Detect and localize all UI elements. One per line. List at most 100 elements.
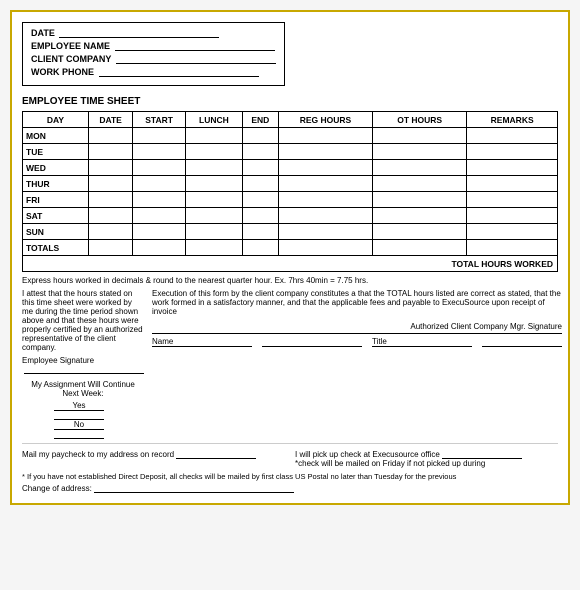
cell[interactable] xyxy=(89,176,133,192)
cell[interactable] xyxy=(242,192,278,208)
cell[interactable] xyxy=(467,240,558,256)
day-fri: FRI xyxy=(23,192,89,208)
table-row: SAT xyxy=(23,208,558,224)
cell[interactable] xyxy=(89,208,133,224)
header-info-box: DATE EMPLOYEE NAME CLIENT COMPANY WORK P… xyxy=(22,22,285,86)
assignment-label: My Assignment Will Continue Next Week: xyxy=(22,380,144,398)
cell[interactable] xyxy=(186,240,243,256)
cell[interactable] xyxy=(373,160,467,176)
date-field[interactable] xyxy=(59,37,219,38)
col-ot-hours: OT HOURS xyxy=(373,112,467,128)
cell[interactable] xyxy=(89,240,133,256)
footer-note: * If you have not established Direct Dep… xyxy=(22,472,558,481)
cell[interactable] xyxy=(133,160,186,176)
cell[interactable] xyxy=(373,176,467,192)
cell[interactable] xyxy=(278,192,372,208)
col-remarks: REMARKS xyxy=(467,112,558,128)
cell[interactable] xyxy=(373,192,467,208)
cell[interactable] xyxy=(89,144,133,160)
cell[interactable] xyxy=(89,160,133,176)
client-company-field[interactable] xyxy=(116,63,276,64)
authorized-sig-field[interactable] xyxy=(152,333,562,334)
cell[interactable] xyxy=(242,144,278,160)
cell[interactable] xyxy=(242,208,278,224)
cell[interactable] xyxy=(373,208,467,224)
authorized-sig-row: Authorized Client Company Mgr. Signature xyxy=(152,322,562,334)
sig-left: I attest that the hours stated on this t… xyxy=(22,289,144,439)
cell[interactable] xyxy=(89,192,133,208)
cell[interactable] xyxy=(89,128,133,144)
assignment-area: My Assignment Will Continue Next Week: Y… xyxy=(22,380,144,439)
change-address-row: Change of address: xyxy=(22,484,558,493)
col-lunch: LUNCH xyxy=(186,112,243,128)
no-field[interactable] xyxy=(54,438,104,439)
title-field[interactable] xyxy=(482,337,562,347)
cell[interactable] xyxy=(373,240,467,256)
cell[interactable] xyxy=(278,176,372,192)
cell[interactable] xyxy=(373,224,467,240)
signatures-area: I attest that the hours stated on this t… xyxy=(22,289,558,439)
cell[interactable] xyxy=(186,192,243,208)
cell[interactable] xyxy=(186,224,243,240)
cell[interactable] xyxy=(242,160,278,176)
cell[interactable] xyxy=(186,128,243,144)
change-address-field[interactable] xyxy=(94,492,294,493)
cell[interactable] xyxy=(133,128,186,144)
cell[interactable] xyxy=(278,224,372,240)
cell[interactable] xyxy=(467,192,558,208)
cell[interactable] xyxy=(133,176,186,192)
table-row: FRI xyxy=(23,192,558,208)
employee-sig-field[interactable] xyxy=(24,373,144,374)
bottom-area: Mail my paycheck to my address on record… xyxy=(22,450,558,468)
express-note: Express hours worked in decimals & round… xyxy=(22,276,558,285)
cell[interactable] xyxy=(186,144,243,160)
cell[interactable] xyxy=(278,128,372,144)
attestation-left-text: I attest that the hours stated on this t… xyxy=(22,289,144,352)
totals-row: TOTALS xyxy=(23,240,558,256)
cell[interactable] xyxy=(186,160,243,176)
cell[interactable] xyxy=(133,144,186,160)
table-row: SUN xyxy=(23,224,558,240)
name-field[interactable] xyxy=(262,337,362,347)
cell[interactable] xyxy=(278,208,372,224)
cell[interactable] xyxy=(186,208,243,224)
cell[interactable] xyxy=(242,240,278,256)
cell[interactable] xyxy=(242,224,278,240)
cell[interactable] xyxy=(467,224,558,240)
timesheet-page: DATE EMPLOYEE NAME CLIENT COMPANY WORK P… xyxy=(10,10,570,505)
sig-right: Execution of this form by the client com… xyxy=(152,289,562,439)
col-date: DATE xyxy=(89,112,133,128)
day-sun: SUN xyxy=(23,224,89,240)
cell[interactable] xyxy=(278,160,372,176)
cell[interactable] xyxy=(133,240,186,256)
date-label: DATE xyxy=(31,28,55,38)
employee-name-row: EMPLOYEE NAME xyxy=(31,41,276,51)
change-address-label: Change of address: xyxy=(22,484,92,493)
authorized-sig-label: Authorized Client Company Mgr. Signature xyxy=(410,322,562,331)
cell[interactable] xyxy=(467,208,558,224)
cell[interactable] xyxy=(242,128,278,144)
day-wed: WED xyxy=(23,160,89,176)
mail-field[interactable] xyxy=(176,458,256,459)
cell[interactable] xyxy=(467,144,558,160)
cell[interactable] xyxy=(133,192,186,208)
cell[interactable] xyxy=(89,224,133,240)
cell[interactable] xyxy=(186,176,243,192)
mail-row: Mail my paycheck to my address on record xyxy=(22,450,285,459)
employee-name-field[interactable] xyxy=(115,50,275,51)
col-day: DAY xyxy=(23,112,89,128)
cell[interactable] xyxy=(133,208,186,224)
day-sat: SAT xyxy=(23,208,89,224)
cell[interactable] xyxy=(373,128,467,144)
cell[interactable] xyxy=(373,144,467,160)
cell[interactable] xyxy=(278,240,372,256)
yes-no-row: Yes No xyxy=(22,401,144,439)
cell[interactable] xyxy=(242,176,278,192)
cell[interactable] xyxy=(133,224,186,240)
cell[interactable] xyxy=(467,160,558,176)
col-reg-hours: REG HOURS xyxy=(278,112,372,128)
cell[interactable] xyxy=(278,144,372,160)
cell[interactable] xyxy=(467,128,558,144)
cell[interactable] xyxy=(467,176,558,192)
work-phone-field[interactable] xyxy=(99,76,259,77)
